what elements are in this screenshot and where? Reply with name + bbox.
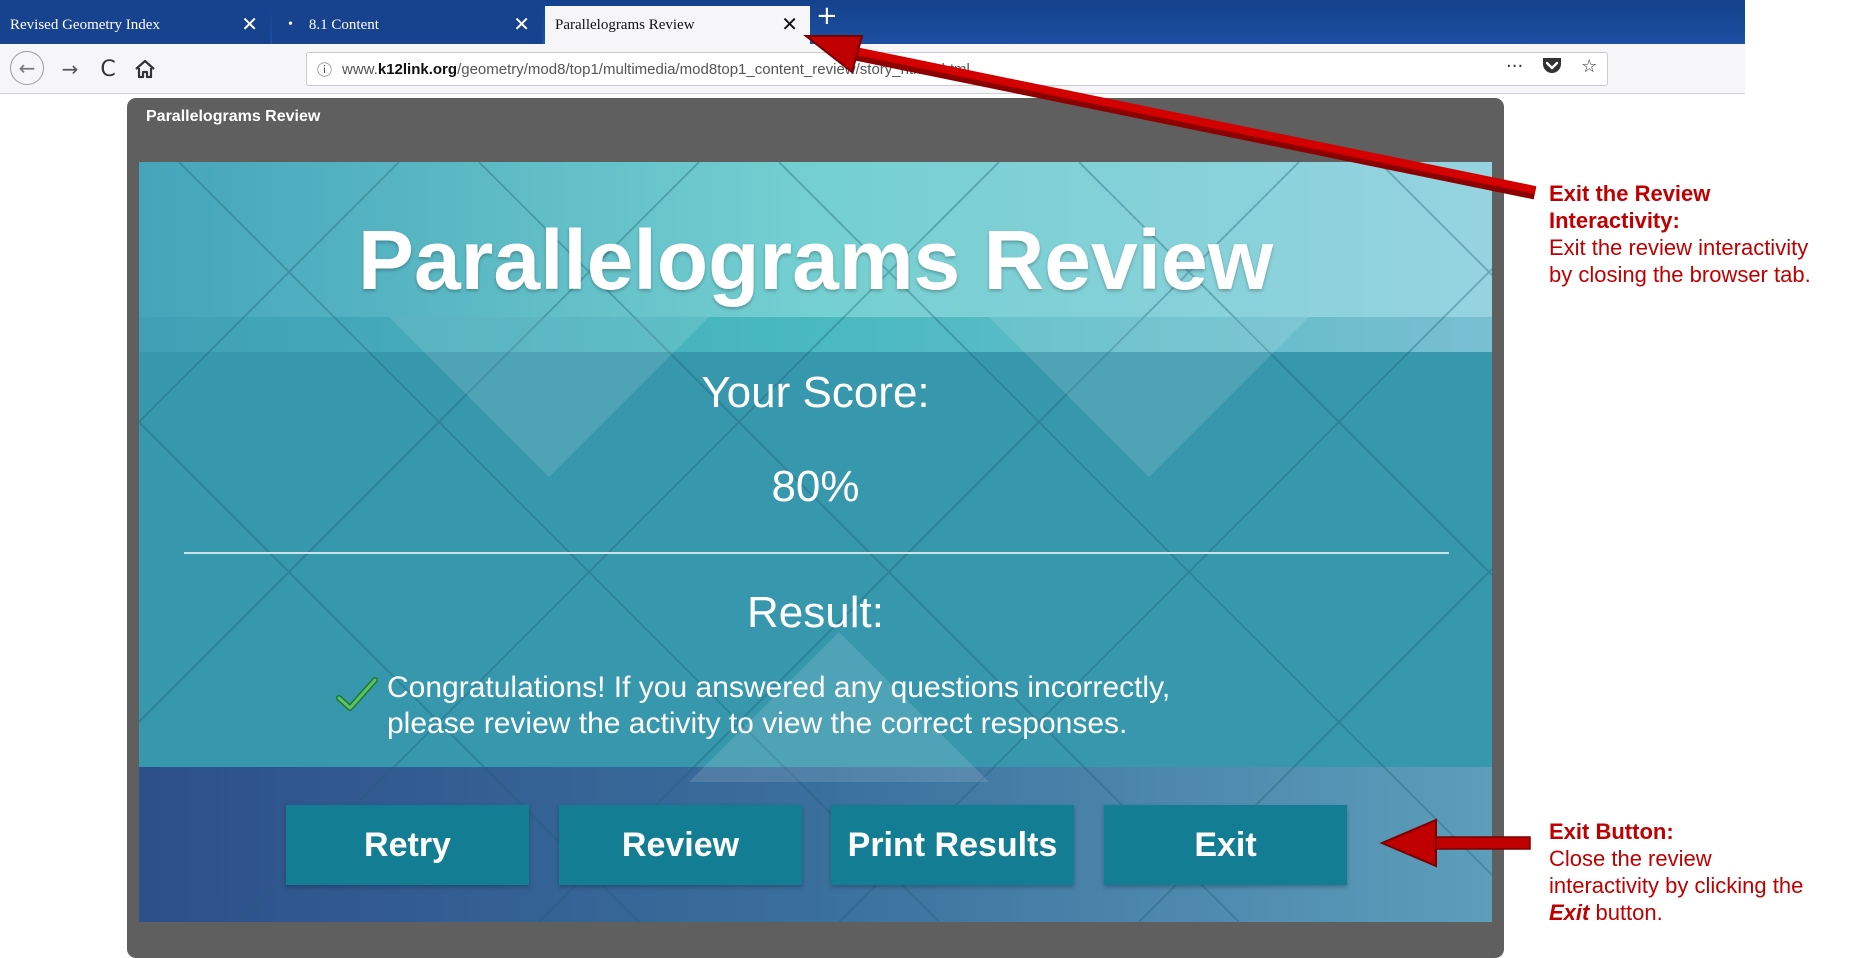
divider (184, 552, 1449, 554)
tab-close-icon[interactable]: ✕ (513, 10, 530, 38)
forward-button[interactable]: → (56, 53, 84, 85)
page-actions-menu-icon[interactable]: ··· (1506, 56, 1523, 81)
annotation-heading: Interactivity: (1549, 208, 1680, 233)
annotation-text: button. (1589, 900, 1663, 925)
page-actions: ··· ☆ (1506, 56, 1597, 81)
print-results-button[interactable]: Print Results (831, 805, 1074, 885)
annotation-text: Exit button. (1549, 899, 1803, 926)
tab-unread-dot: • (288, 17, 293, 32)
browser-nav-bar: ← → C ⓘ www. k12link.org/geometry/mod8/to… (0, 44, 1745, 94)
tab-close-icon[interactable]: ✕ (241, 10, 258, 38)
annotation-heading: Exit the Review (1549, 181, 1711, 206)
tab-8-1-content[interactable]: • 8.1 Content ✕ (272, 6, 542, 44)
tab-close-icon[interactable]: ✕ (781, 10, 798, 38)
tab-label: 8.1 Content (308, 16, 379, 33)
annotation-heading: Exit Button: (1549, 819, 1674, 844)
pocket-icon[interactable] (1541, 56, 1563, 81)
browser-tab-bar: Revised Geometry Index ✕ • 8.1 Content ✕… (0, 0, 1745, 44)
site-info-icon[interactable]: ⓘ (317, 59, 332, 80)
annotation-text: Close the review (1549, 846, 1712, 871)
tab-parallelograms-review[interactable]: Parallelograms Review ✕ (545, 6, 810, 44)
result-message: Congratulations! If you answered any que… (387, 670, 1287, 742)
reload-button[interactable]: C (94, 53, 122, 85)
slide: Parallelograms Review Your Score: 80% Re… (139, 162, 1492, 922)
player-frame: Parallelograms Review Parallelograms Rev… (127, 98, 1504, 958)
screenshot-root: Revised Geometry Index ✕ • 8.1 Content ✕… (0, 0, 1874, 958)
address-bar[interactable]: ⓘ www. k12link.org/geometry/mod8/top1/mul… (306, 52, 1608, 86)
tab-label: Revised Geometry Index (10, 16, 160, 33)
new-tab-button[interactable]: + (816, 0, 838, 32)
annotation-text: interactivity by clicking the (1549, 873, 1804, 898)
tab-label: Parallelograms Review (555, 16, 695, 33)
url-prefix: www. (342, 60, 378, 78)
annotation-exit-review: Exit the Review Interactivity: Exit the … (1549, 180, 1811, 288)
url-path: /geometry/mod8/top1/multimedia/mod8top1_… (457, 60, 970, 78)
review-button[interactable]: Review (559, 805, 802, 885)
checkmark-icon (336, 677, 378, 711)
retry-button[interactable]: Retry (286, 805, 529, 885)
annotation-exit-button: Exit Button: Close the review interactiv… (1549, 818, 1803, 926)
annotation-emphasis: Exit (1549, 900, 1590, 925)
result-message-line: please review the activity to view the c… (387, 707, 1128, 740)
url-host: k12link.org (377, 60, 458, 78)
slide-title: Parallelograms Review (357, 213, 1274, 307)
back-button[interactable]: ← (10, 51, 44, 85)
bookmark-star-icon[interactable]: ☆ (1581, 56, 1597, 81)
result-message-line: Congratulations! If you answered any que… (387, 671, 1171, 704)
tab-revised-geometry-index[interactable]: Revised Geometry Index ✕ (0, 6, 270, 44)
home-icon (135, 59, 155, 79)
home-button[interactable] (130, 53, 160, 85)
result-label: Result: (747, 588, 884, 637)
score-value: 80% (771, 462, 860, 511)
annotation-text: by closing the browser tab. (1549, 262, 1811, 287)
annotation-text: Exit the review interactivity (1549, 235, 1809, 260)
score-label: Your Score: (701, 368, 930, 417)
player-title: Parallelograms Review (146, 108, 321, 125)
exit-button[interactable]: Exit (1104, 805, 1347, 885)
